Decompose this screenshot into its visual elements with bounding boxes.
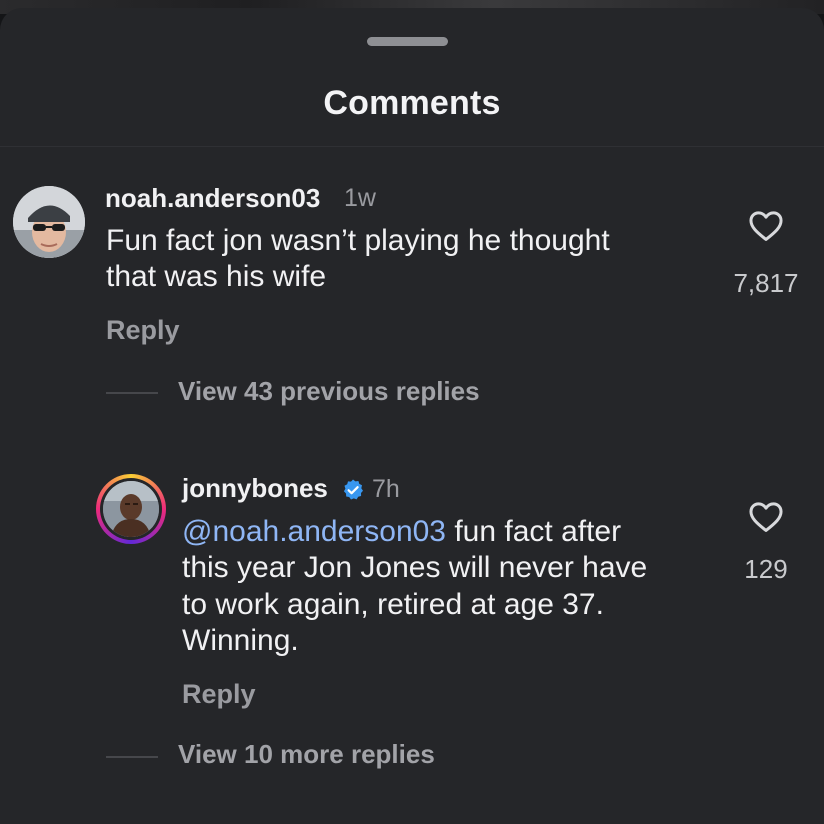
comment-time: 7h (372, 475, 400, 503)
comment-username[interactable]: noah.anderson03 (105, 183, 320, 214)
avatar-ring-gap (100, 478, 162, 540)
heart-icon[interactable] (747, 498, 785, 536)
reply-button[interactable]: Reply (106, 315, 180, 346)
view-previous-replies[interactable]: View 43 previous replies (178, 376, 480, 407)
comment-username[interactable]: jonnybones (182, 473, 328, 504)
reply-button[interactable]: Reply (182, 679, 256, 710)
comment-text-line: @noah.anderson03 fun fact after (182, 514, 621, 550)
comments-sheet: Comments noah.anderson03 1w Fun fact jon… (0, 8, 824, 824)
header-divider (0, 146, 824, 147)
avatar-photo (13, 186, 85, 258)
view-more-replies[interactable]: View 10 more replies (178, 739, 435, 770)
verified-badge-icon (343, 479, 363, 500)
avatar[interactable] (13, 186, 85, 258)
thread-line (106, 392, 158, 394)
comment-text-line: this year Jon Jones will never have (182, 551, 648, 584)
comment-time: 1w (344, 184, 376, 212)
thread-line (106, 756, 158, 758)
avatar-photo (103, 481, 159, 537)
avatar[interactable] (96, 474, 166, 544)
comment-text-line: to work again, retired at age 37. (182, 588, 604, 621)
sheet-title: Comments (323, 84, 501, 122)
mention-link[interactable]: @noah.anderson03 (182, 515, 446, 548)
comment-text-segment: fun fact after (446, 515, 622, 548)
comment-text-line: Winning. (182, 624, 299, 657)
heart-icon[interactable] (747, 207, 785, 245)
comment-text-line: that was his wife (106, 260, 327, 293)
comment-text-line: Fun fact jon wasn’t playing he thought (106, 224, 610, 257)
sheet-drag-handle[interactable] (367, 37, 448, 46)
like-count: 7,817 (733, 268, 799, 298)
like-count: 129 (744, 554, 788, 584)
app-screen: Comments noah.anderson03 1w Fun fact jon… (0, 0, 824, 824)
avatar-image (103, 481, 159, 537)
